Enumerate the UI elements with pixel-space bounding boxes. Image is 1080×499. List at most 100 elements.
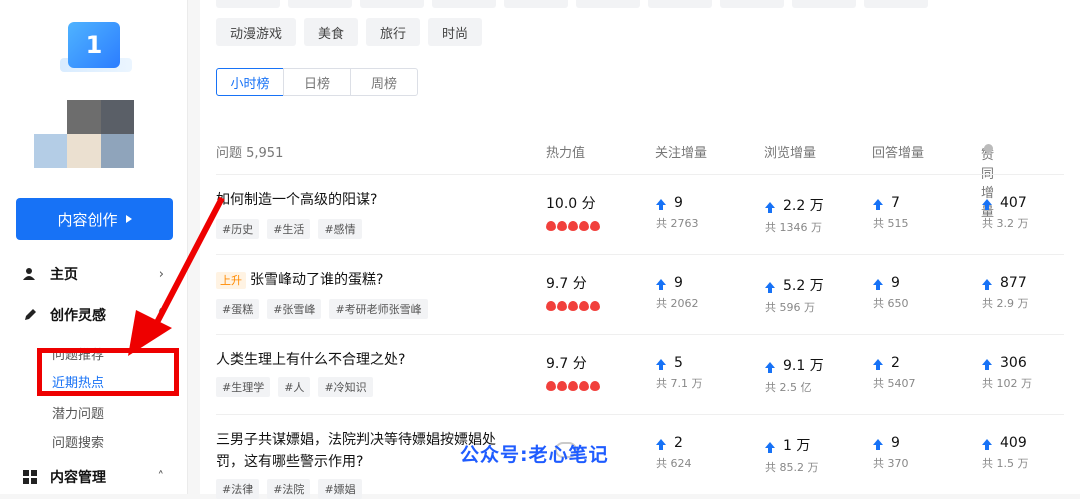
caret-right-icon (125, 215, 132, 223)
create-content-label: 内容创作 (57, 210, 118, 229)
col-view[interactable]: 浏览增量 (764, 142, 816, 161)
question-title[interactable]: 如何制造一个高级的阳谋? (216, 189, 516, 211)
table-row[interactable]: 三男子共谋嫖娼，法院判决等待嫖娼按嫖娼处罚，这有哪些警示作用? #法律 #法院 … (216, 414, 1064, 499)
table-row[interactable]: 如何制造一个高级的阳谋? #历史 #生活 #感情 10.0 分 9共 2763 … (216, 174, 1064, 254)
col-follow[interactable]: 关注增量 (655, 142, 707, 161)
topic-tag[interactable]: #法院 (267, 479, 311, 499)
follow-increase: 2共 624 (656, 435, 692, 470)
category-chip[interactable]: 美食 (304, 18, 359, 46)
answer-increase: 2共 5407 (873, 355, 916, 390)
arrow-up-icon (656, 199, 666, 210)
arrow-up-icon (656, 279, 666, 290)
watermark: 公众号:老心笔记 (460, 444, 609, 466)
follow-increase: 5共 7.1 万 (656, 355, 703, 390)
arrow-up-icon (982, 439, 992, 450)
topic-tag[interactable]: #生理学 (216, 377, 271, 397)
flame-icon (557, 301, 567, 311)
question-tags: #生理学 #人 #冷知识 (216, 377, 373, 397)
arrow-up-icon (873, 359, 883, 370)
arrow-up-icon (656, 359, 666, 370)
create-content-button[interactable]: 内容创作 (16, 198, 173, 240)
heat-value: 10.0 分 (546, 196, 596, 212)
tab-daily[interactable]: 日榜 (283, 68, 351, 96)
follow-increase: 9共 2062 (656, 275, 699, 310)
main-panel: 动漫游戏 美食 旅行 时尚 小时榜 日榜 周榜 问题 5,951 热力值 关注增… (200, 0, 1080, 499)
arrow-up-icon (873, 279, 883, 290)
rising-badge: 上升 (216, 272, 246, 289)
answer-increase: 9共 370 (873, 435, 909, 470)
topic-tag[interactable]: #冷知识 (318, 377, 373, 397)
flame-icon (590, 381, 600, 391)
topic-tag[interactable]: #考研老师张雪峰 (329, 299, 428, 319)
flame-icon (546, 381, 556, 391)
nav-content-management[interactable]: 内容管理 ˄ (22, 465, 172, 489)
table-header: 问题 5,951 热力值 关注增量 浏览增量 回答增量 赞同增量 (216, 140, 1064, 220)
arrow-up-icon (873, 199, 883, 210)
answer-increase: 7共 515 (873, 195, 909, 230)
heat-flames (546, 381, 600, 391)
user-icon (22, 266, 38, 282)
view-increase: 1 万共 85.2 万 (765, 438, 819, 474)
like-increase: 306 共 102 万 (982, 355, 1032, 390)
pencil-icon (22, 307, 38, 323)
category-chip[interactable]: 时尚 (428, 18, 483, 46)
col-answer[interactable]: 回答增量 (872, 142, 924, 161)
category-chip[interactable]: 旅行 (366, 18, 421, 46)
nav-content-management-label: 内容管理 (50, 470, 106, 486)
topic-tag[interactable]: #蛋糕 (216, 299, 260, 319)
question-title[interactable]: 上升 张雪峰动了谁的蛋糕? (216, 269, 516, 291)
highlight-box (37, 348, 179, 396)
col-question: 问题 5,951 (216, 146, 284, 161)
flame-icon (579, 221, 589, 231)
table-row[interactable]: 人类生理上有什么不合理之处? #生理学 #人 #冷知识 9.7 分 5共 7.1… (216, 334, 1064, 414)
avatar[interactable] (34, 100, 134, 168)
view-increase: 9.1 万共 2.5 亿 (765, 358, 824, 394)
flame-icon (568, 381, 578, 391)
category-chip[interactable]: 动漫游戏 (216, 18, 297, 46)
category-chips-top-row (216, 0, 928, 8)
col-heat[interactable]: 热力值 (546, 142, 585, 161)
tab-weekly[interactable]: 周榜 (350, 68, 418, 96)
arrow-up-icon (656, 439, 666, 450)
topic-tag[interactable]: #生活 (267, 219, 311, 239)
flame-icon (557, 381, 567, 391)
arrow-up-icon (873, 439, 883, 450)
sidebar-item-potential[interactable]: 潜力问题 (52, 403, 104, 422)
chevron-right-icon: › (158, 266, 164, 282)
flame-icon (557, 221, 567, 231)
topic-tag[interactable]: #感情 (318, 219, 362, 239)
question-tags: #历史 #生活 #感情 (216, 219, 362, 239)
chevron-up-icon: ˄ (157, 307, 165, 323)
tab-hourly[interactable]: 小时榜 (216, 68, 284, 96)
heat-value: 9.7 分 (546, 276, 587, 292)
topic-tag[interactable]: #嫖娼 (318, 479, 362, 499)
help-icon[interactable] (984, 144, 993, 153)
nav-inspiration[interactable]: 创作灵感 ˄ (22, 303, 172, 327)
topic-tag[interactable]: #张雪峰 (267, 299, 322, 319)
category-chips: 动漫游戏 美食 旅行 时尚 (216, 18, 483, 46)
follow-increase: 9共 2763 (656, 195, 699, 230)
question-tags: #蛋糕 #张雪峰 #考研老师张雪峰 (216, 299, 428, 319)
like-increase: 409 共 1.5 万 (982, 435, 1029, 470)
sidebar-item-search[interactable]: 问题搜索 (52, 432, 104, 451)
topic-tag[interactable]: #人 (278, 377, 311, 397)
arrow-up-icon (765, 202, 775, 213)
like-increase: 407 共 3.2 万 (982, 195, 1029, 230)
arrow-up-icon (982, 359, 992, 370)
flame-icon (546, 301, 556, 311)
nav-home[interactable]: 主页 › (22, 262, 172, 286)
chevron-up-icon: ˄ (157, 469, 165, 485)
arrow-up-icon (765, 442, 775, 453)
question-title[interactable]: 人类生理上有什么不合理之处? (216, 349, 516, 371)
answer-increase: 9共 650 (873, 275, 909, 310)
flame-icon (579, 381, 589, 391)
topic-tag[interactable]: #历史 (216, 219, 260, 239)
topic-tag[interactable]: #法律 (216, 479, 260, 499)
arrow-up-icon (982, 279, 992, 290)
nav-home-label: 主页 (50, 267, 78, 283)
flame-icon (590, 221, 600, 231)
ranking-tabs: 小时榜 日榜 周榜 (216, 68, 418, 96)
flame-icon (546, 221, 556, 231)
table-row[interactable]: 上升 张雪峰动了谁的蛋糕? #蛋糕 #张雪峰 #考研老师张雪峰 9.7 分 9共 … (216, 254, 1064, 334)
flame-icon (568, 301, 578, 311)
